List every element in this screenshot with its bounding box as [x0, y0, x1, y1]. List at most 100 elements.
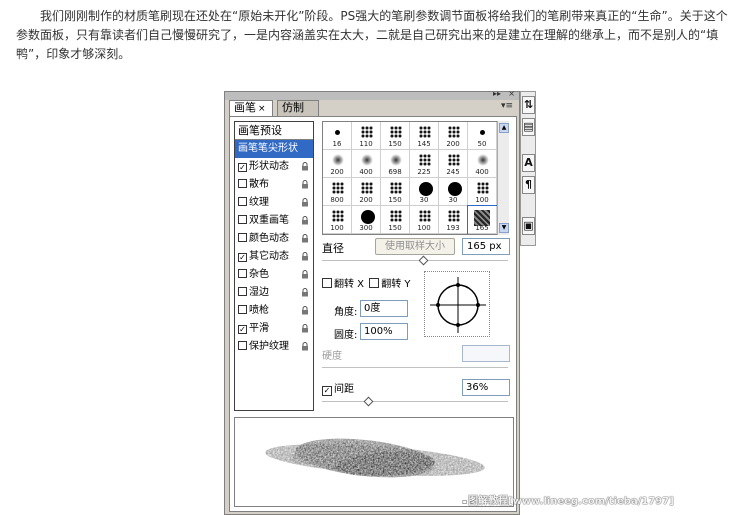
option-row[interactable]: 保护纹理 [235, 338, 313, 356]
panel-title-bar[interactable]: ▸▸ × [225, 89, 519, 100]
lock-icon[interactable] [301, 324, 309, 333]
brush-preset[interactable]: 30 [439, 178, 468, 206]
option-row[interactable]: ✓ 平滑 [235, 320, 313, 338]
brush-preset[interactable]: 100 [468, 178, 497, 206]
option-checkbox[interactable] [238, 233, 247, 242]
brush-preset-grid[interactable]: 16 110 150 145 200 50 200 400 698 225 245 400 800 200… [322, 121, 502, 235]
tab-brush[interactable]: 画笔 × [229, 100, 273, 116]
option-checkbox[interactable] [238, 215, 247, 224]
brush-preset[interactable]: 150 [381, 122, 410, 150]
character-icon[interactable]: A [522, 154, 535, 172]
brush-size-label: 30 [448, 196, 458, 204]
spacing-input[interactable]: 36% [462, 379, 510, 396]
scroll-up-icon[interactable]: ▲ [499, 123, 509, 133]
brush-preset[interactable]: 100 [323, 206, 352, 234]
diameter-input[interactable]: 165 px [462, 238, 510, 255]
option-row[interactable]: 杂色 [235, 266, 313, 284]
lock-icon[interactable] [301, 270, 309, 279]
brush-preset[interactable]: 165 [467, 205, 498, 234]
brush-preset[interactable]: 200 [352, 178, 381, 206]
lock-icon[interactable] [301, 180, 309, 189]
brush-size-label: 150 [388, 140, 402, 148]
option-row[interactable]: 喷枪 [235, 302, 313, 320]
lock-icon[interactable] [301, 342, 309, 351]
brush-preset[interactable]: 150 [381, 178, 410, 206]
diameter-slider-knob[interactable] [418, 255, 429, 266]
spacing-checkbox[interactable]: ✓ [322, 386, 332, 396]
panel-menu-icon[interactable]: ▾≡ [501, 101, 513, 111]
brush-preset[interactable]: 150 [381, 206, 410, 234]
new-preset-icon[interactable]: ▫ [462, 497, 467, 506]
brush-preset[interactable]: 50 [468, 122, 497, 150]
brush-preset[interactable]: 225 [410, 150, 439, 178]
tab-clone-source[interactable]: 仿制源 [277, 100, 319, 128]
brush-preset[interactable]: 193 [439, 206, 468, 234]
option-row[interactable]: 散布 [235, 176, 313, 194]
option-row[interactable]: 湿边 [235, 284, 313, 302]
angle-input[interactable]: 0度 [360, 300, 408, 317]
lock-icon[interactable] [301, 306, 309, 315]
brush-preset[interactable]: 698 [381, 150, 410, 178]
flip-x-checkbox[interactable] [322, 278, 332, 288]
brush-preset[interactable]: 300 [352, 206, 381, 234]
option-checkbox[interactable]: ✓ [238, 253, 247, 262]
brush-preset[interactable]: 16 [323, 122, 352, 150]
spacing-slider-knob[interactable] [363, 396, 373, 407]
option-checkbox[interactable] [238, 197, 247, 206]
option-row[interactable]: 画笔笔尖形状 [235, 140, 313, 158]
crosshair-icon [430, 277, 486, 333]
option-rows: 画笔笔尖形状 ✓ 形状动态 散布 纹理 双重画笔 颜色动态 ✓ 其它动态 杂色 湿边 喷枪 ✓ 平滑 保护纹… [235, 140, 313, 356]
brush-tip-icon [419, 210, 431, 222]
lock-icon[interactable] [301, 252, 309, 261]
panel-close-icon[interactable]: × [508, 89, 515, 98]
option-checkbox[interactable] [238, 287, 247, 296]
brush-size-label: 400 [475, 168, 489, 176]
option-checkbox[interactable] [238, 179, 247, 188]
brush-preset[interactable]: 400 [468, 150, 497, 178]
spacing-row: ✓ 间距 [322, 380, 354, 396]
option-row[interactable]: 纹理 [235, 194, 313, 212]
scroll-down-icon[interactable]: ▼ [499, 223, 509, 233]
lock-icon[interactable] [301, 288, 309, 297]
option-checkbox[interactable]: ✓ [238, 163, 247, 172]
brush-preset[interactable]: 200 [439, 122, 468, 150]
paragraph-icon[interactable]: ¶ [522, 176, 535, 194]
brush-preset[interactable]: 200 [323, 150, 352, 178]
lock-icon[interactable] [301, 234, 309, 243]
collapse-arrows-icon[interactable]: ▸▸ [493, 89, 501, 98]
lock-icon[interactable] [301, 198, 309, 207]
actions-icon[interactable]: ▤ [522, 118, 535, 136]
option-row[interactable]: ✓ 形状动态 [235, 158, 313, 176]
brush-tip-icon [332, 182, 344, 194]
history-icon[interactable]: ⇅ [522, 96, 535, 114]
close-icon[interactable]: × [258, 104, 266, 114]
layers-icon[interactable]: ▣ [522, 217, 535, 235]
option-row[interactable]: ✓ 其它动态 [235, 248, 313, 266]
brush-tip-icon [361, 210, 375, 224]
option-label: 其它动态 [249, 251, 289, 262]
option-checkbox[interactable] [238, 269, 247, 278]
brush-angle-preview[interactable] [424, 271, 490, 337]
option-checkbox[interactable]: ✓ [238, 325, 247, 334]
option-checkbox[interactable] [238, 305, 247, 314]
use-sample-size-button[interactable]: 使用取样大小 [375, 238, 455, 255]
diameter-slider-track[interactable] [322, 260, 508, 262]
brush-preset[interactable]: 800 [323, 178, 352, 206]
brush-presets-header[interactable]: 画笔预设 [235, 122, 313, 140]
brush-preset[interactable]: 145 [410, 122, 439, 150]
option-row[interactable]: 颜色动态 [235, 230, 313, 248]
brush-preset[interactable]: 110 [352, 122, 381, 150]
brush-size-label: 150 [388, 196, 402, 204]
brush-preset[interactable]: 30 [410, 178, 439, 206]
brush-preset[interactable]: 245 [439, 150, 468, 178]
option-row[interactable]: 双重画笔 [235, 212, 313, 230]
brush-preset[interactable]: 100 [410, 206, 439, 234]
lock-icon[interactable] [301, 162, 309, 171]
brush-preset[interactable]: 400 [352, 150, 381, 178]
lock-icon[interactable] [301, 216, 309, 225]
option-checkbox[interactable] [238, 341, 247, 350]
preset-scrollbar[interactable]: ▲ ▼ [497, 121, 509, 235]
roundness-input[interactable]: 100% [360, 323, 408, 340]
spacing-slider-track[interactable] [322, 401, 508, 403]
flip-y-checkbox[interactable] [369, 278, 380, 288]
